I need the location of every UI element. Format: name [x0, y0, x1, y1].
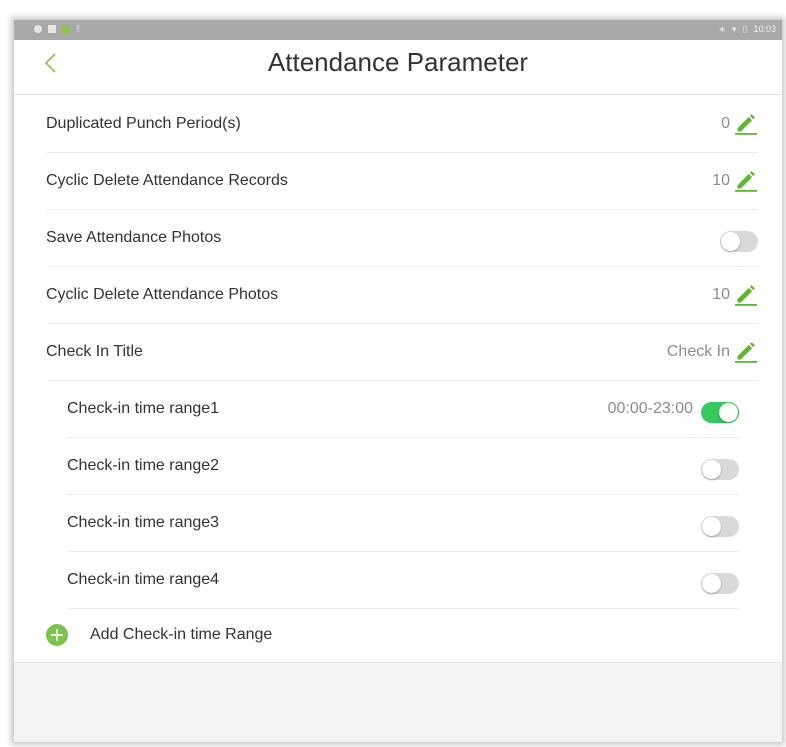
setting-row-check-in-title[interactable]: Check In Title Check In — [46, 324, 758, 381]
setting-value: 0 — [721, 115, 730, 132]
time-range-label: Check-in time range2 — [67, 457, 220, 474]
edit-pencil-icon[interactable] — [734, 168, 758, 192]
edit-pencil-icon[interactable] — [734, 282, 758, 306]
time-range-row-2: Check-in time range2 — [67, 438, 739, 495]
setting-label: Save Attendance Photos — [46, 229, 222, 246]
setting-value: Check In — [666, 343, 730, 360]
toggle-knob — [702, 460, 721, 479]
device-screen: ⤒ ∗ ▾ ▯ 10:03 Attendance Parameter Dupli… — [14, 20, 782, 742]
app-icon — [62, 25, 70, 33]
time-range-4-toggle[interactable] — [701, 573, 739, 594]
wifi-icon: ▾ — [731, 24, 737, 34]
status-bar: ⤒ ∗ ▾ ▯ 10:03 — [14, 20, 782, 40]
notification-dot-icon — [34, 25, 42, 33]
setting-row-duplicated-punch-period[interactable]: Duplicated Punch Period(s) 0 — [46, 96, 758, 153]
time-range-2-toggle[interactable] — [701, 459, 739, 480]
setting-row-save-attendance-photos: Save Attendance Photos — [46, 210, 758, 267]
time-range-value: 00:00-23:00 — [607, 400, 693, 417]
edit-pencil-icon[interactable] — [734, 339, 758, 363]
time-range-row-3: Check-in time range3 — [67, 495, 739, 552]
time-range-label: Check-in time range4 — [67, 571, 220, 588]
bluetooth-icon: ∗ — [718, 24, 726, 34]
status-time: 10:03 — [753, 24, 776, 34]
toggle-knob — [719, 403, 738, 422]
page-title: Attendance Parameter — [267, 47, 529, 77]
time-range-3-toggle[interactable] — [701, 516, 739, 537]
footer-area — [14, 662, 782, 742]
app-header: Attendance Parameter — [14, 40, 782, 95]
setting-row-cyclic-delete-records[interactable]: Cyclic Delete Attendance Records 10 — [46, 153, 758, 210]
time-range-label: Check-in time range3 — [67, 514, 220, 531]
upload-icon: ⤒ — [76, 24, 80, 34]
plus-circle-icon — [46, 624, 68, 646]
time-range-1-toggle[interactable] — [701, 402, 739, 423]
add-check-in-time-range-button[interactable]: Add Check-in time Range — [14, 605, 782, 662]
setting-label: Cyclic Delete Attendance Records — [46, 172, 288, 189]
setting-value: 10 — [712, 286, 730, 303]
setting-label: Check In Title — [46, 343, 143, 360]
status-right-icons: ∗ ▾ ▯ 10:03 — [718, 24, 776, 35]
time-range-label: Check-in time range1 — [67, 400, 220, 417]
time-range-row-1: Check-in time range1 00:00-23:00 — [67, 381, 739, 438]
save-photos-toggle[interactable] — [720, 231, 758, 252]
setting-row-cyclic-delete-photos[interactable]: Cyclic Delete Attendance Photos 10 — [46, 267, 758, 324]
edit-pencil-icon[interactable] — [734, 111, 758, 135]
status-left-icons: ⤒ — [34, 24, 80, 34]
setting-value: 10 — [712, 172, 730, 189]
add-range-label: Add Check-in time Range — [90, 626, 273, 643]
toggle-knob — [721, 232, 740, 251]
setting-label: Duplicated Punch Period(s) — [46, 115, 241, 132]
time-range-row-4: Check-in time range4 — [67, 552, 739, 609]
toggle-knob — [702, 517, 721, 536]
battery-icon: ▯ — [742, 24, 748, 34]
toggle-knob — [702, 574, 721, 593]
image-icon — [48, 25, 56, 33]
setting-label: Cyclic Delete Attendance Photos — [46, 286, 279, 303]
